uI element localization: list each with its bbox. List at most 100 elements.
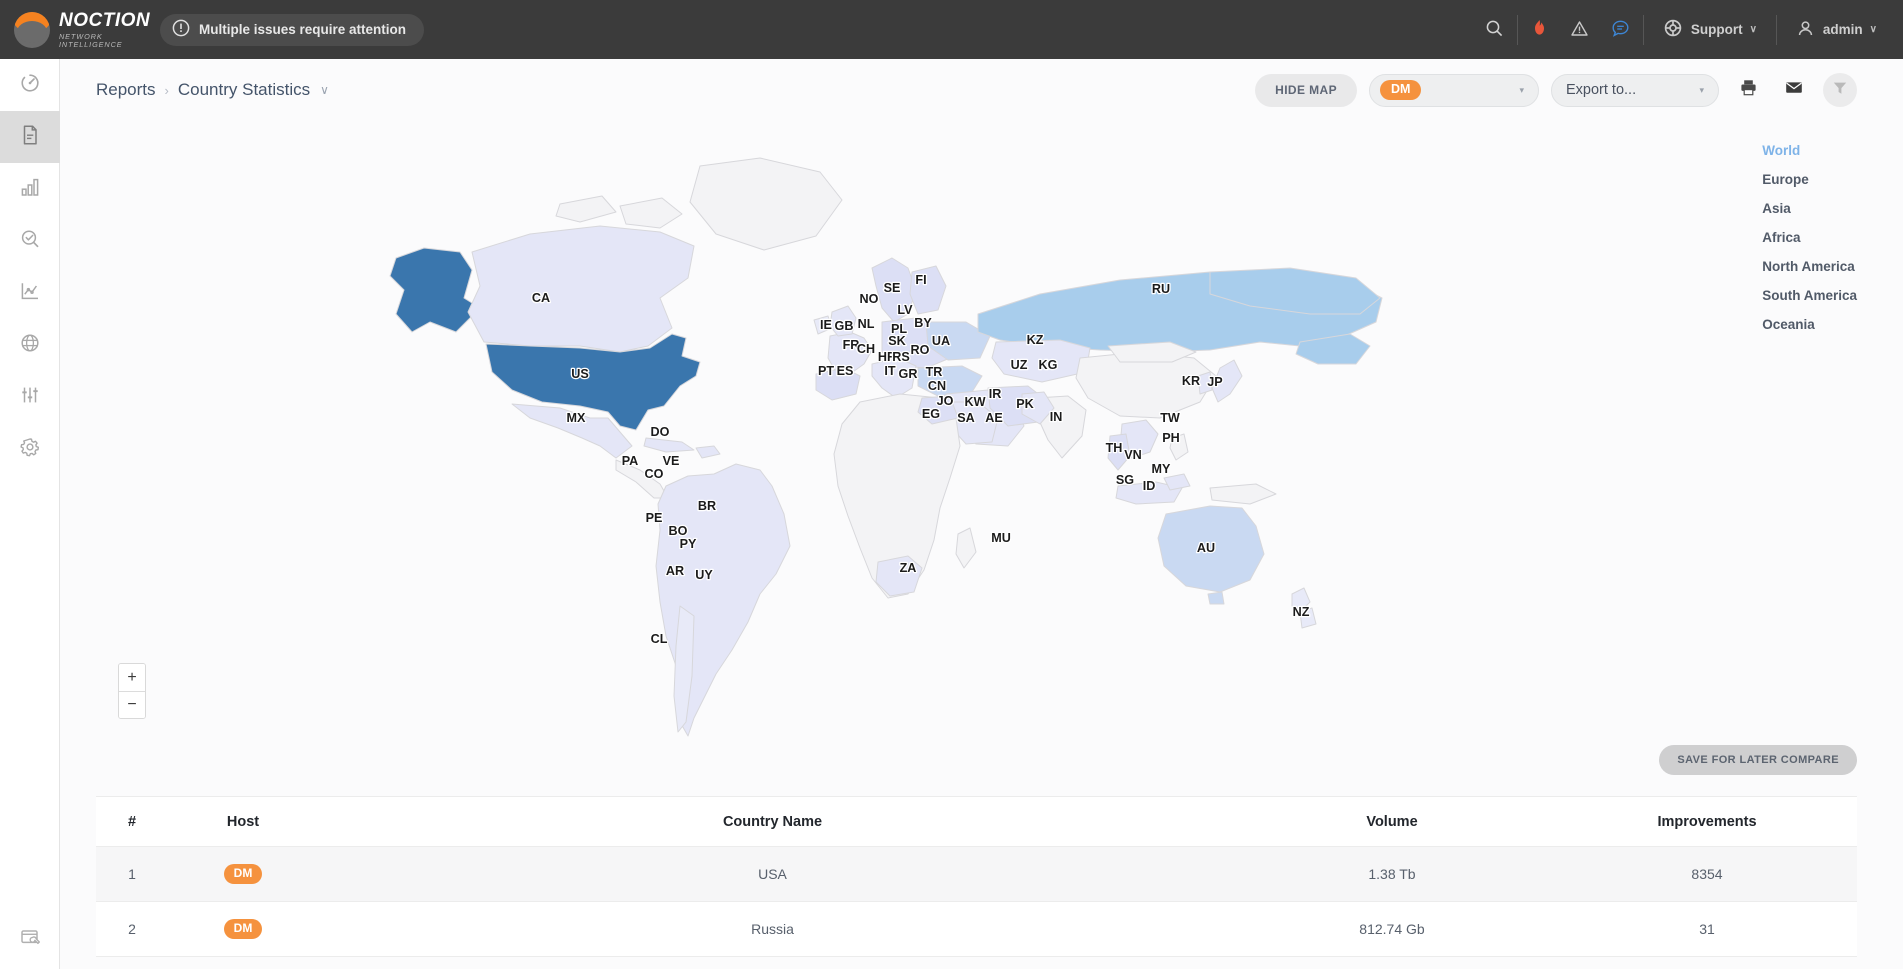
magnifier-check-icon [18, 227, 42, 256]
cell-num: 1 [96, 846, 168, 902]
alert-banner[interactable]: Multiple issues require attention [160, 13, 425, 46]
sidebar-item-inspector[interactable] [0, 215, 60, 267]
person-icon [1796, 19, 1815, 41]
cell-host: DM [168, 901, 318, 957]
region-item-oceania[interactable]: Oceania [1762, 317, 1857, 332]
sidebar-item-dashboard[interactable] [0, 59, 60, 111]
cell-num: 2 [96, 901, 168, 957]
column-header-volume[interactable]: Volume [1227, 797, 1557, 847]
cell-host: DM [168, 846, 318, 902]
table-header-row: # Host Country Name Volume Improvements [96, 797, 1857, 847]
chevron-down-icon[interactable]: ∨ [320, 83, 329, 97]
divider [1642, 14, 1644, 45]
search-icon [1485, 19, 1504, 41]
host-chip: DM [223, 918, 263, 939]
messages-button[interactable] [1600, 0, 1641, 59]
column-header-country-name[interactable]: Country Name [318, 797, 1227, 847]
region-item-asia[interactable]: Asia [1762, 201, 1857, 216]
export-select-label: Export to... [1566, 82, 1637, 98]
host-chip: DM [1380, 80, 1422, 100]
cell-improvements: 31 [1557, 901, 1857, 957]
sidebar [0, 59, 60, 969]
breadcrumb-separator: › [164, 82, 169, 98]
chevron-down-icon: ▾ [1519, 84, 1524, 95]
hide-map-button[interactable]: HIDE MAP [1255, 73, 1357, 107]
gear-icon [18, 435, 42, 464]
email-button[interactable] [1777, 73, 1811, 107]
gauge-icon [18, 71, 42, 100]
chevron-down-icon: ∨ [1869, 24, 1877, 35]
export-select[interactable]: Export to... ▾ [1551, 73, 1719, 107]
cell-country: Russia [318, 901, 1227, 957]
brand-name: NOCTION [59, 10, 151, 32]
brand-tagline: NETWORK INTELLIGENCE [59, 32, 123, 49]
top-bar: NOCTION NETWORK INTELLIGENCE Multiple is… [0, 0, 1903, 59]
warnings-button[interactable] [1559, 0, 1600, 59]
support-label: Support [1690, 22, 1743, 37]
divider [1775, 14, 1777, 45]
column-header-host[interactable]: Host [168, 797, 318, 847]
region-filter-list: World Europe Asia Africa North America South … [1762, 143, 1857, 332]
chevron-down-icon: ▾ [1699, 84, 1704, 95]
warning-triangle-icon [1570, 19, 1589, 41]
filter-button[interactable] [1823, 73, 1857, 107]
column-header-num[interactable]: # [96, 797, 168, 847]
table-row[interactable]: 1 DM USA 1.38 Tb 8354 [96, 846, 1857, 902]
incidents-button[interactable] [1520, 0, 1559, 59]
sidebar-item-maintenance[interactable] [0, 913, 60, 965]
sidebar-item-statistics[interactable] [0, 163, 60, 215]
world-map[interactable] [96, 121, 1856, 753]
sliders-icon [18, 383, 42, 412]
map-zoom-controls[interactable]: + − [118, 663, 146, 719]
zoom-out-button[interactable]: − [119, 691, 145, 718]
user-label: admin [1822, 22, 1863, 37]
world-map-panel[interactable]: CA US MX DO PA VE CO BR PE BO PY AR UY CL IE GB NL NO SE FI… [96, 121, 1857, 753]
host-select[interactable]: DM ▾ [1369, 73, 1539, 107]
page-toolbar: Reports › Country Statistics ∨ HIDE MAP … [60, 59, 1903, 121]
line-chart-icon [18, 279, 42, 308]
region-item-europe[interactable]: Europe [1762, 172, 1857, 187]
sidebar-item-global[interactable] [0, 319, 60, 371]
sidebar-item-trends[interactable] [0, 267, 60, 319]
printer-icon [1739, 78, 1758, 102]
breadcrumb-reports[interactable]: Reports [96, 80, 156, 100]
save-for-later-compare-button[interactable]: SAVE FOR LATER COMPARE [1659, 745, 1857, 775]
column-header-improvements[interactable]: Improvements [1557, 797, 1857, 847]
table-row[interactable]: 2 DM Russia 812.74 Gb 31 [96, 901, 1857, 957]
host-chip: DM [223, 864, 263, 884]
window-wrench-icon [18, 925, 42, 954]
globe-icon [18, 331, 42, 360]
breadcrumb: Reports › Country Statistics ∨ [96, 80, 329, 100]
envelope-icon [1784, 78, 1804, 102]
breadcrumb-country-statistics[interactable]: Country Statistics [178, 80, 310, 100]
cell-volume: 812.74 Gb [1227, 901, 1557, 957]
lifebuoy-icon [1663, 18, 1683, 41]
region-item-south-america[interactable]: South America [1762, 288, 1857, 303]
noction-logo-icon [14, 11, 50, 48]
bar-chart-icon [18, 175, 42, 204]
document-icon [18, 123, 42, 152]
sidebar-item-tuning[interactable] [0, 371, 60, 423]
region-item-world[interactable]: World [1762, 143, 1857, 158]
funnel-icon [1831, 79, 1849, 102]
alert-text: Multiple issues require attention [199, 22, 407, 37]
flame-icon [1531, 19, 1548, 41]
search-button[interactable] [1474, 0, 1515, 59]
exclamation-circle-icon [172, 19, 190, 40]
user-menu[interactable]: admin ∨ [1779, 0, 1903, 59]
chat-bubble-icon [1611, 19, 1630, 41]
cell-volume: 1.38 Tb [1227, 846, 1557, 902]
zoom-in-button[interactable]: + [119, 664, 145, 691]
brand-logo[interactable]: NOCTION NETWORK INTELLIGENCE [0, 11, 150, 48]
region-item-north-america[interactable]: North America [1762, 259, 1857, 274]
cell-country: USA [318, 846, 1227, 902]
support-menu[interactable]: Support ∨ [1646, 0, 1774, 59]
chevron-down-icon: ∨ [1749, 24, 1757, 35]
divider [1516, 14, 1518, 45]
region-item-africa[interactable]: Africa [1762, 230, 1857, 245]
sidebar-item-reports[interactable] [0, 111, 60, 163]
cell-improvements: 8354 [1557, 846, 1857, 902]
print-button[interactable] [1731, 73, 1765, 107]
sidebar-item-settings[interactable] [0, 423, 60, 475]
country-statistics-table: # Host Country Name Volume Improvements … [96, 796, 1857, 957]
